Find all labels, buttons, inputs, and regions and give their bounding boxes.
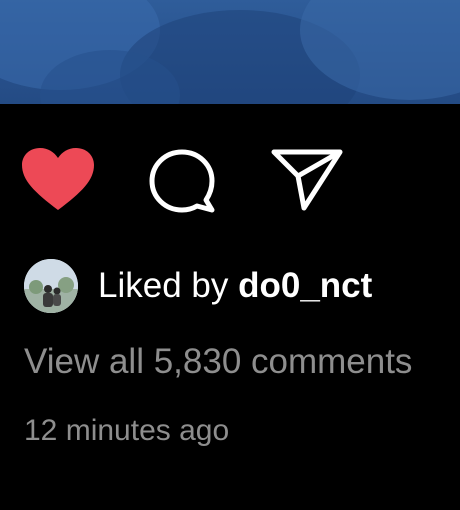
like-button[interactable] <box>20 146 96 212</box>
likes-text: Liked by do0_nct <box>98 266 372 306</box>
post-timestamp: 12 minutes ago <box>24 414 230 447</box>
likes-row: Liked by do0_nct <box>24 258 372 314</box>
speech-bubble-icon <box>149 149 215 213</box>
paper-plane-icon <box>271 149 343 211</box>
heart-filled-icon <box>22 148 94 210</box>
share-button[interactable] <box>270 148 344 212</box>
likes-prefix: Liked by <box>98 266 239 305</box>
view-all-comments-link[interactable]: View all 5,830 comments <box>24 340 412 384</box>
comment-button[interactable] <box>148 148 216 214</box>
avatar[interactable] <box>24 259 78 313</box>
liked-by-username[interactable]: do0_nct <box>238 266 372 305</box>
avatar-photo <box>24 259 78 313</box>
post-photo[interactable] <box>0 0 460 104</box>
action-bar <box>0 140 460 220</box>
